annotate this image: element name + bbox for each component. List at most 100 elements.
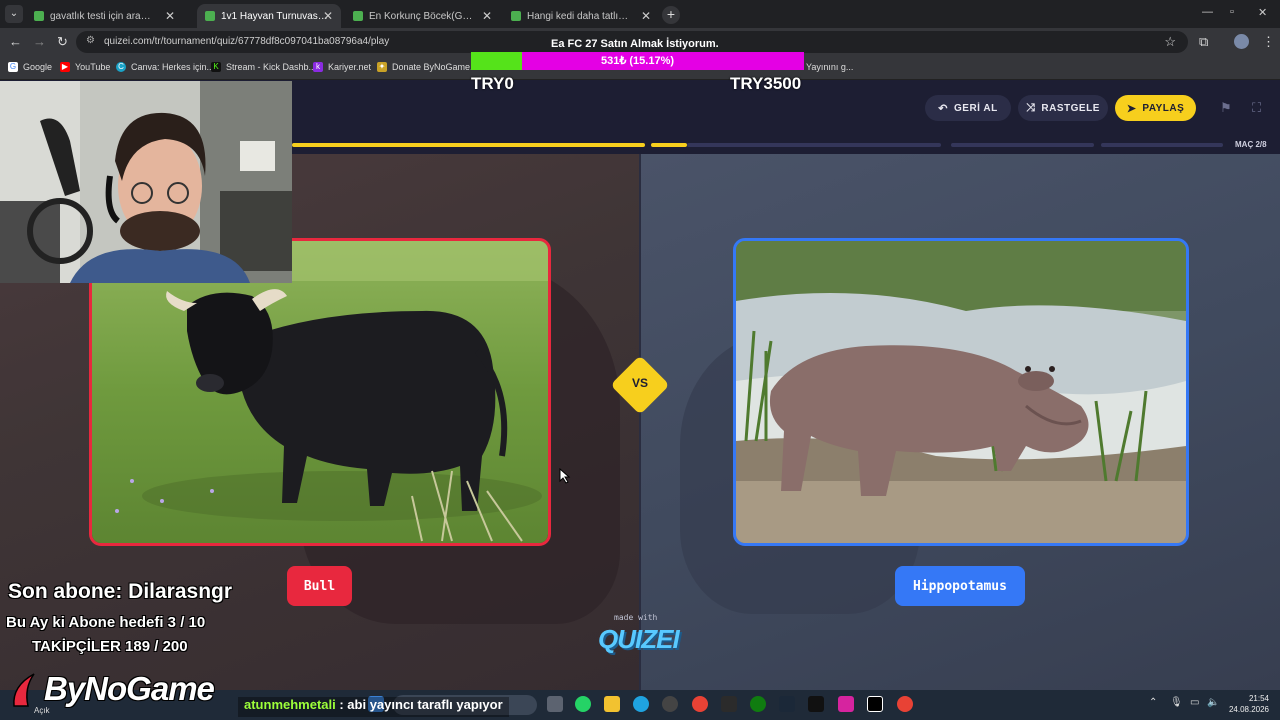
epic-games-icon[interactable] xyxy=(721,696,737,712)
mouse-cursor-icon xyxy=(559,468,571,484)
last-subscriber-text: Son abone: Dilarasngr xyxy=(8,580,233,603)
task-view-icon[interactable] xyxy=(547,696,563,712)
youtube-icon: ▶ xyxy=(60,62,70,72)
bookmark-kariyer[interactable]: k Kariyer.net xyxy=(313,62,371,72)
steam-icon[interactable] xyxy=(779,696,795,712)
webcam-overlay xyxy=(0,81,292,283)
close-icon[interactable]: ✕ xyxy=(165,9,175,23)
bull-choice-button[interactable]: Bull xyxy=(287,566,352,606)
hippo-image-card[interactable] xyxy=(733,238,1189,546)
browser-tab-strip: ⌄ gavatlık testi için arama sonuçları ✕ … xyxy=(0,0,1280,28)
tab-search-icon[interactable]: ⌄ xyxy=(5,5,23,23)
bull-image-card[interactable] xyxy=(89,238,551,546)
volume-icon[interactable]: 🔈 xyxy=(1207,697,1219,708)
file-explorer-icon[interactable] xyxy=(604,696,620,712)
quizei-logo[interactable]: QUIZEI xyxy=(598,624,680,655)
bookmark-label: Stream - Kick Dashb... xyxy=(226,62,317,72)
progress-segment-current xyxy=(651,143,687,147)
tray-chevron-icon[interactable]: ⌃ xyxy=(1149,697,1157,708)
minimize-icon[interactable]: — xyxy=(1202,6,1213,18)
bookmark-label: Google xyxy=(23,62,53,72)
forward-icon[interactable]: → xyxy=(33,34,46,49)
panel-divider xyxy=(639,154,641,690)
tab-label: En Korkunç Böcek(GÜNCELLENDİ) xyxy=(369,10,477,22)
hippo-choice-label: Hippopotamus xyxy=(913,578,1007,594)
tab-scariest-bug[interactable]: En Korkunç Böcek(GÜNCELLENDİ) ✕ xyxy=(345,4,500,28)
tiktok-icon[interactable] xyxy=(808,696,824,712)
share-button[interactable]: ➤ PAYLAŞ xyxy=(1115,95,1196,121)
followers-text: TAKİPÇİLER 189 / 200 xyxy=(32,638,188,655)
new-tab-button[interactable]: + xyxy=(662,6,680,24)
bookmark-google[interactable]: G Google xyxy=(8,62,52,72)
close-window-icon[interactable]: ✕ xyxy=(1258,6,1267,19)
donation-goal: TRY3500 xyxy=(730,74,802,93)
github-icon[interactable] xyxy=(662,696,678,712)
undo-button[interactable]: ↶ GERİ AL xyxy=(925,95,1011,121)
chrome-icon[interactable] xyxy=(692,696,708,712)
whatsapp-icon[interactable] xyxy=(575,696,591,712)
reload-icon[interactable]: ↻ xyxy=(57,34,68,50)
bookmark-youtube[interactable]: ▶ YouTube xyxy=(60,62,110,72)
chat-text: : abi yayıncı taraflı yapıyor xyxy=(335,697,503,712)
bookmark-label: YouTube xyxy=(75,62,111,72)
capcut-icon[interactable] xyxy=(867,696,883,712)
undo-label: GERİ AL xyxy=(954,102,998,114)
instagram-icon[interactable] xyxy=(838,696,854,712)
random-label: RASTGELE xyxy=(1041,102,1100,114)
google-icon: G xyxy=(8,62,18,72)
tab-animal-tournament[interactable]: 1v1 Hayvan Turnuvası - Tier List ✕ xyxy=(197,4,341,28)
tab-favicon-icon xyxy=(353,11,363,21)
close-icon[interactable]: ✕ xyxy=(641,9,651,23)
tab-favicon-icon xyxy=(511,11,521,21)
bookmark-bynogame[interactable]: ✦ Donate ByNoGame... xyxy=(377,62,478,72)
chrome-active-icon[interactable] xyxy=(897,696,913,712)
bookmark-canva[interactable]: C Canva: Herkes için... xyxy=(116,62,214,72)
random-button[interactable]: ⤨ RASTGELE xyxy=(1018,95,1108,121)
taskbar-date[interactable]: 24.08.2026 xyxy=(1227,705,1269,714)
tab-cute-cat[interactable]: Hangi kedi daha tatlı♡ - Tier List ✕ xyxy=(503,4,659,28)
tab-label: 1v1 Hayvan Turnuvası - Tier List xyxy=(221,10,329,22)
chat-message: atunmehmetali : abi yayıncı taraflı yapı… xyxy=(238,697,509,717)
bookmark-label: Canva: Herkes için... xyxy=(131,62,215,72)
bookmark-label: Donate ByNoGame... xyxy=(392,62,478,72)
bookmark-star-icon[interactable]: ☆ xyxy=(1164,34,1176,50)
hippo-choice-button[interactable]: Hippopotamus xyxy=(895,566,1025,606)
send-icon: ➤ xyxy=(1126,102,1137,115)
undo-icon: ↶ xyxy=(938,102,949,115)
kick-icon: K xyxy=(211,62,221,72)
progress-segment-pending xyxy=(687,143,941,147)
donation-progress-text: 531₺ (15.17%) xyxy=(600,55,675,67)
share-label: PAYLAŞ xyxy=(1142,102,1185,114)
tab-favicon-icon xyxy=(205,11,215,21)
donation-progress-bar: 531₺ (15.17%) xyxy=(471,52,804,70)
report-flag-icon[interactable]: ⚑ xyxy=(1220,100,1232,116)
extensions-icon[interactable]: ⧉ xyxy=(1199,34,1208,50)
menu-kebab-icon[interactable]: ⋮ xyxy=(1262,34,1275,50)
progress-segment-pending xyxy=(1101,143,1223,147)
xbox-icon[interactable] xyxy=(750,696,766,712)
canva-icon: C xyxy=(116,62,126,72)
edge-icon[interactable] xyxy=(633,696,649,712)
bookmark-kick[interactable]: K Stream - Kick Dashb... xyxy=(211,62,316,72)
bookmark-label: Kariyer.net xyxy=(328,62,372,72)
fullscreen-icon[interactable]: ⛶ xyxy=(1252,100,1261,116)
microphone-icon[interactable]: 🎙 xyxy=(1170,697,1183,708)
close-icon[interactable]: ✕ xyxy=(482,9,492,23)
url-text: quizei.com/tr/tournament/quiz/67778df8c0… xyxy=(104,36,390,47)
made-with-text: made with xyxy=(614,613,658,622)
hippo-image xyxy=(736,241,1186,543)
chat-username: atunmehmetali xyxy=(244,697,336,712)
maximize-icon[interactable]: ▫ xyxy=(1230,6,1234,18)
network-icon[interactable]: ▭ xyxy=(1190,697,1199,708)
taskbar-time[interactable]: 21:54 xyxy=(1229,694,1269,703)
brand-logo: ByNoGame xyxy=(44,670,215,707)
bookmark-stream[interactable]: Yayınını g... xyxy=(806,62,853,72)
back-icon[interactable]: ← xyxy=(9,34,22,49)
close-icon[interactable]: ✕ xyxy=(323,9,333,23)
profile-avatar[interactable] xyxy=(1234,34,1249,49)
progress-segment-pending xyxy=(951,143,1094,147)
tab-search-results[interactable]: gavatlık testi için arama sonuçları ✕ xyxy=(26,4,183,28)
site-info-icon[interactable]: ⚙ xyxy=(86,35,95,46)
bynogame-logo-icon xyxy=(13,673,35,707)
bull-choice-label: Bull xyxy=(303,578,336,594)
